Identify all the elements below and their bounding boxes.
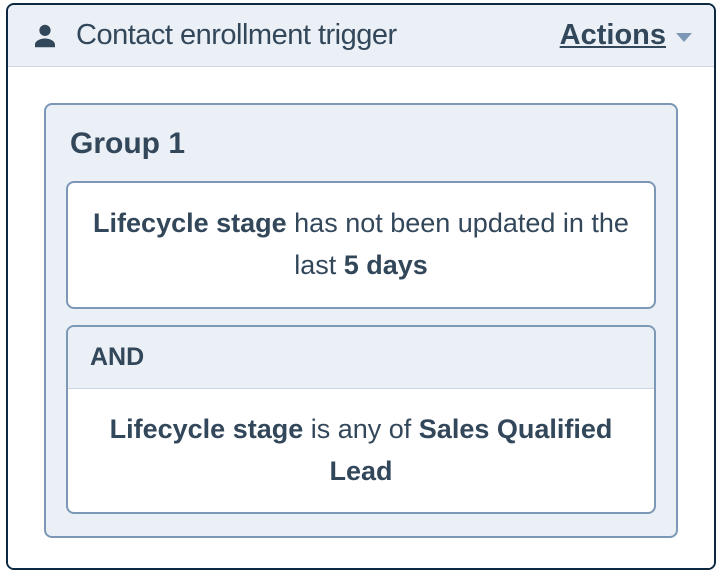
condition-joiner: AND — [68, 327, 654, 389]
panel-header: Contact enrollment trigger Actions — [8, 5, 714, 67]
enrollment-trigger-panel: Contact enrollment trigger Actions Group… — [6, 3, 716, 570]
condition-card[interactable]: AND Lifecycle stage is any of Sales Qual… — [66, 325, 656, 515]
condition-text: Lifecycle stage has not been updat­ed in… — [68, 183, 654, 307]
panel-body: Group 1 Lifecycle stage has not been upd… — [8, 67, 714, 568]
contact-icon — [30, 21, 60, 51]
condition-property: Lifecycle stage — [110, 414, 304, 444]
condition-card[interactable]: Lifecycle stage has not been updat­ed in… — [66, 181, 656, 309]
condition-value: 5 days — [344, 250, 428, 280]
chevron-down-icon — [676, 33, 692, 42]
condition-property: Lifecycle stage — [93, 208, 287, 238]
condition-text: Lifecycle stage is any of Sales Qualifie… — [68, 389, 654, 513]
filter-group: Group 1 Lifecycle stage has not been upd… — [44, 103, 678, 538]
group-title: Group 1 — [66, 127, 656, 161]
panel-title: Contact enrollment trigger — [76, 19, 560, 52]
actions-label: Actions — [560, 19, 666, 52]
condition-operator: is any of — [303, 414, 419, 444]
condition-operator: has not been updat­ed in the last — [287, 208, 629, 280]
actions-dropdown[interactable]: Actions — [560, 19, 692, 52]
